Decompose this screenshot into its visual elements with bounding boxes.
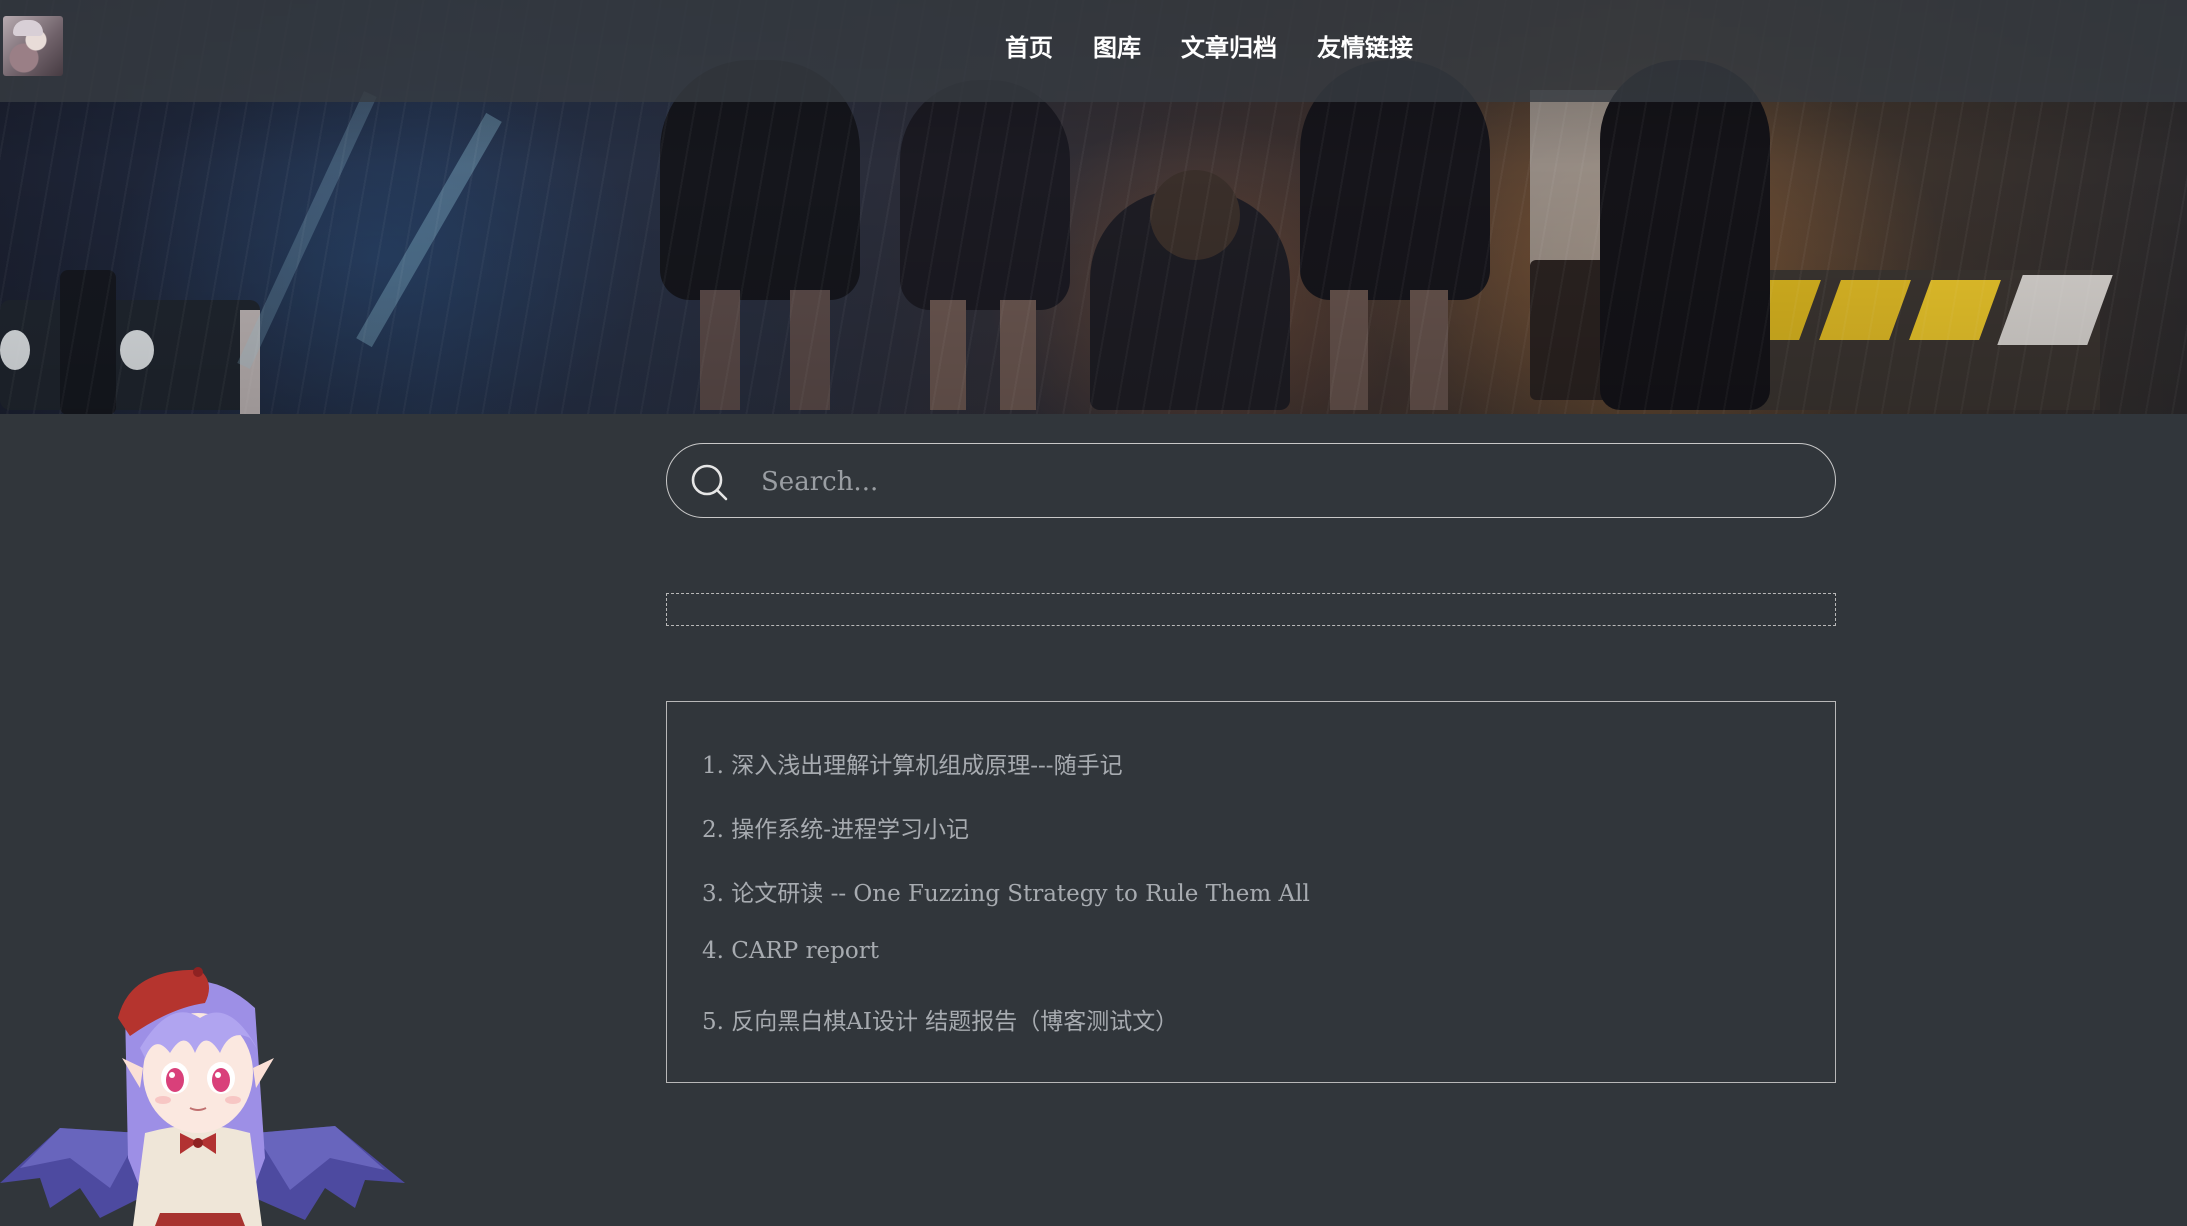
site-logo[interactable] [3, 16, 63, 76]
post-item-4[interactable]: 4. CARP report [702, 938, 1835, 1002]
post-item-3[interactable]: 3. 论文研读 -- One Fuzzing Strategy to Rule … [702, 874, 1835, 938]
mascot-bat-girl-icon[interactable] [0, 958, 405, 1226]
main-nav: 首页 图库 文章归档 友情链接 [1005, 28, 1413, 63]
nav-item-friend-links[interactable]: 友情链接 [1317, 28, 1413, 63]
logo-avatar-icon [13, 20, 43, 36]
nav-item-gallery[interactable]: 图库 [1093, 28, 1141, 63]
nav-item-home[interactable]: 首页 [1005, 28, 1053, 63]
post-item-1[interactable]: 1. 深入浅出理解计算机组成原理---随手记 [702, 746, 1835, 810]
search-icon[interactable] [689, 462, 729, 502]
post-item-5[interactable]: 5. 反向黑白棋AI设计 结题报告（博客测试文） [702, 1002, 1835, 1066]
search-bar[interactable] [666, 443, 1836, 518]
content-placeholder-box [666, 593, 1836, 626]
search-input[interactable] [759, 454, 1799, 509]
nav-item-archive[interactable]: 文章归档 [1181, 28, 1277, 63]
top-navbar: 首页 图库 文章归档 友情链接 [0, 0, 2187, 102]
post-item-2[interactable]: 2. 操作系统-进程学习小记 [702, 810, 1835, 874]
post-list: 1. 深入浅出理解计算机组成原理---随手记 2. 操作系统-进程学习小记 3.… [666, 701, 1836, 1083]
